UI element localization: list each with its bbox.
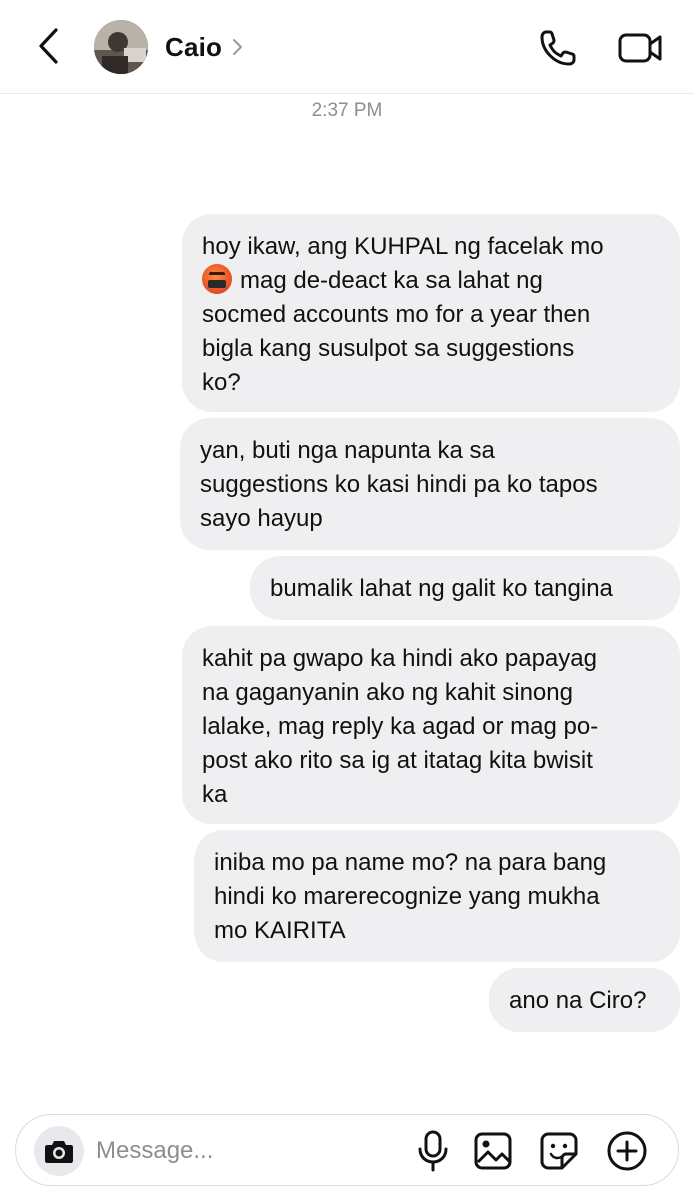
message-text-line: post ako rito sa ig at itatag kita bwisi… bbox=[202, 747, 593, 774]
message-composer bbox=[15, 1114, 679, 1186]
chevron-left-icon bbox=[39, 28, 58, 64]
message-text-line: hoy ikaw, ang KUHPAL ng facelak mo bbox=[202, 233, 604, 260]
contact-name[interactable]: Caio bbox=[165, 32, 222, 63]
message-text-line: lalake, mag reply ka agad or mag po- bbox=[202, 713, 599, 740]
avatar-photo bbox=[94, 20, 148, 74]
message-input[interactable] bbox=[96, 1131, 396, 1171]
sent-message-bubble[interactable]: bumalik lahat ng galit ko tangina bbox=[250, 556, 680, 620]
audio-call-button[interactable] bbox=[536, 26, 580, 70]
message-text-line: socmed accounts mo for a year then bbox=[202, 301, 591, 328]
video-camera-icon bbox=[618, 33, 662, 63]
image-gallery-icon bbox=[474, 1132, 512, 1170]
sent-message-bubble[interactable]: yan, buti nga napunta ka sa suggestions … bbox=[180, 418, 680, 550]
sent-message-bubble[interactable]: kahit pa gwapo ka hindi ako papayag na g… bbox=[182, 626, 680, 824]
angry-cursing-emoji-icon bbox=[202, 264, 232, 294]
voice-message-button[interactable] bbox=[413, 1129, 453, 1173]
message-text-line: sayo hayup bbox=[200, 505, 323, 532]
plus-circle-icon bbox=[607, 1131, 647, 1171]
chevron-right-icon[interactable] bbox=[230, 36, 246, 58]
message-text-line: bumalik lahat ng galit ko tangina bbox=[270, 575, 613, 602]
message-text-line: hindi ko marerecognize yang mukha bbox=[214, 883, 600, 910]
thread-timestamp: 2:37 PM bbox=[311, 100, 383, 121]
avatar[interactable] bbox=[94, 20, 148, 74]
message-text-line: na gaganyanin ako ng kahit sinong bbox=[202, 679, 573, 706]
sent-message-bubble[interactable]: hoy ikaw, ang KUHPAL ng facelak mo mag d… bbox=[182, 214, 680, 412]
message-text-line: suggestions ko kasi hindi pa ko tapos bbox=[200, 471, 598, 498]
message-text-line: ka bbox=[202, 781, 228, 808]
phone-icon bbox=[540, 30, 576, 66]
back-button[interactable] bbox=[30, 26, 66, 66]
sent-message-bubble[interactable]: iniba mo pa name mo? na para bang hindi … bbox=[194, 830, 680, 962]
thread-header: Caio bbox=[0, 0, 694, 94]
message-text-line: bigla kang susulpot sa suggestions bbox=[202, 335, 575, 362]
message-text-line: mo KAIRITA bbox=[214, 917, 346, 944]
message-text-line: yan, buti nga napunta ka sa bbox=[200, 437, 495, 464]
message-text-line: ko? bbox=[202, 369, 241, 396]
camera-icon bbox=[45, 1141, 73, 1163]
message-text-line: ano na Ciro? bbox=[509, 987, 647, 1014]
message-text-line: kahit pa gwapo ka hindi ako papayag bbox=[202, 645, 597, 672]
message-text-line: mag de-deact ka sa lahat ng bbox=[240, 267, 543, 294]
sticker-icon bbox=[540, 1132, 578, 1170]
sent-message-bubble[interactable]: ano na Ciro? bbox=[489, 968, 680, 1032]
message-text-line: iniba mo pa name mo? na para bang bbox=[214, 849, 607, 876]
sticker-button[interactable] bbox=[538, 1130, 580, 1172]
camera-button[interactable] bbox=[34, 1126, 84, 1176]
add-media-button[interactable] bbox=[605, 1129, 649, 1173]
dm-thread-screen: Caio 2:37 PM hoy ikaw, ang KUHPAL ng fac… bbox=[0, 0, 694, 1200]
microphone-icon bbox=[418, 1130, 448, 1172]
gallery-button[interactable] bbox=[472, 1130, 514, 1172]
video-call-button[interactable] bbox=[616, 28, 664, 68]
